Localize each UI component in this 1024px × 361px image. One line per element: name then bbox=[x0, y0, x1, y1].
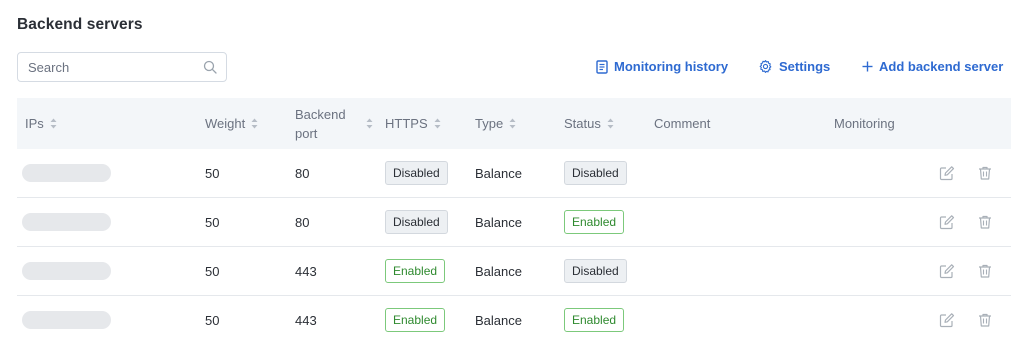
edit-icon[interactable] bbox=[939, 312, 955, 328]
sort-icon bbox=[434, 118, 441, 129]
type-cell: Balance bbox=[475, 165, 522, 181]
column-header-backend-port[interactable]: Backend port bbox=[295, 98, 373, 149]
type-cell: Balance bbox=[475, 214, 522, 230]
edit-icon[interactable] bbox=[939, 165, 955, 181]
document-icon bbox=[596, 59, 608, 74]
https-badge: Enabled bbox=[385, 308, 446, 332]
column-header-ips[interactable]: IPs bbox=[25, 98, 57, 149]
weight-cell: 50 bbox=[205, 165, 220, 181]
sort-icon bbox=[50, 118, 57, 129]
column-header-monitoring: Monitoring bbox=[834, 116, 895, 131]
https-badge: Disabled bbox=[385, 210, 448, 234]
column-header-https[interactable]: HTTPS bbox=[385, 98, 441, 149]
weight-cell: 50 bbox=[205, 214, 220, 230]
trash-icon[interactable] bbox=[977, 214, 993, 230]
column-header-type[interactable]: Type bbox=[475, 98, 516, 149]
column-header-status[interactable]: Status bbox=[564, 98, 614, 149]
edit-icon[interactable] bbox=[939, 214, 955, 230]
trash-icon[interactable] bbox=[977, 263, 993, 279]
port-cell: 443 bbox=[295, 312, 317, 328]
ip-placeholder bbox=[22, 262, 111, 280]
add-backend-server-label: Add backend server bbox=[879, 59, 1004, 74]
monitoring-history-label: Monitoring history bbox=[614, 59, 729, 74]
plus-icon bbox=[862, 61, 873, 72]
table-row: 50 443 Enabled Balance Enabled bbox=[17, 296, 1011, 345]
ip-placeholder bbox=[22, 311, 111, 329]
sort-icon bbox=[251, 118, 258, 129]
ip-placeholder bbox=[22, 213, 111, 231]
gear-icon bbox=[759, 60, 772, 73]
table-row: 50 443 Enabled Balance Disabled bbox=[17, 247, 1011, 296]
https-badge: Enabled bbox=[385, 259, 446, 283]
add-backend-server-button[interactable]: Add backend server bbox=[862, 59, 1003, 74]
settings-label: Settings bbox=[779, 59, 831, 74]
ip-placeholder bbox=[22, 164, 111, 182]
status-badge: Enabled bbox=[564, 210, 625, 234]
settings-link[interactable]: Settings bbox=[758, 59, 830, 74]
search-input[interactable] bbox=[18, 53, 188, 81]
edit-icon[interactable] bbox=[939, 263, 955, 279]
port-cell: 443 bbox=[295, 263, 317, 279]
column-header-weight[interactable]: Weight bbox=[205, 98, 258, 149]
table-body: 50 80 Disabled Balance Disabled 50 80 Di… bbox=[17, 149, 1011, 345]
table-row: 50 80 Disabled Balance Enabled bbox=[17, 198, 1011, 247]
status-badge: Enabled bbox=[564, 308, 625, 332]
https-badge: Disabled bbox=[385, 161, 448, 185]
backend-servers-table: IPs Weight Backend port HTTPS Type Statu… bbox=[17, 98, 1011, 345]
weight-cell: 50 bbox=[205, 263, 220, 279]
trash-icon[interactable] bbox=[977, 312, 993, 328]
sort-icon bbox=[509, 118, 516, 129]
sort-icon bbox=[607, 118, 614, 129]
page-title: Backend servers bbox=[17, 16, 143, 33]
type-cell: Balance bbox=[475, 263, 522, 279]
monitoring-history-link[interactable]: Monitoring history bbox=[596, 59, 728, 74]
status-badge: Disabled bbox=[564, 259, 627, 283]
status-badge: Disabled bbox=[564, 161, 627, 185]
weight-cell: 50 bbox=[205, 312, 220, 328]
table-header: IPs Weight Backend port HTTPS Type Statu… bbox=[17, 98, 1011, 149]
sort-icon bbox=[366, 118, 373, 129]
table-row: 50 80 Disabled Balance Disabled bbox=[17, 149, 1011, 198]
column-header-comment: Comment bbox=[654, 116, 711, 131]
port-cell: 80 bbox=[295, 214, 310, 230]
trash-icon[interactable] bbox=[977, 165, 993, 181]
type-cell: Balance bbox=[475, 312, 522, 328]
search-icon[interactable] bbox=[203, 60, 217, 74]
search-box[interactable] bbox=[17, 52, 227, 82]
port-cell: 80 bbox=[295, 165, 310, 181]
